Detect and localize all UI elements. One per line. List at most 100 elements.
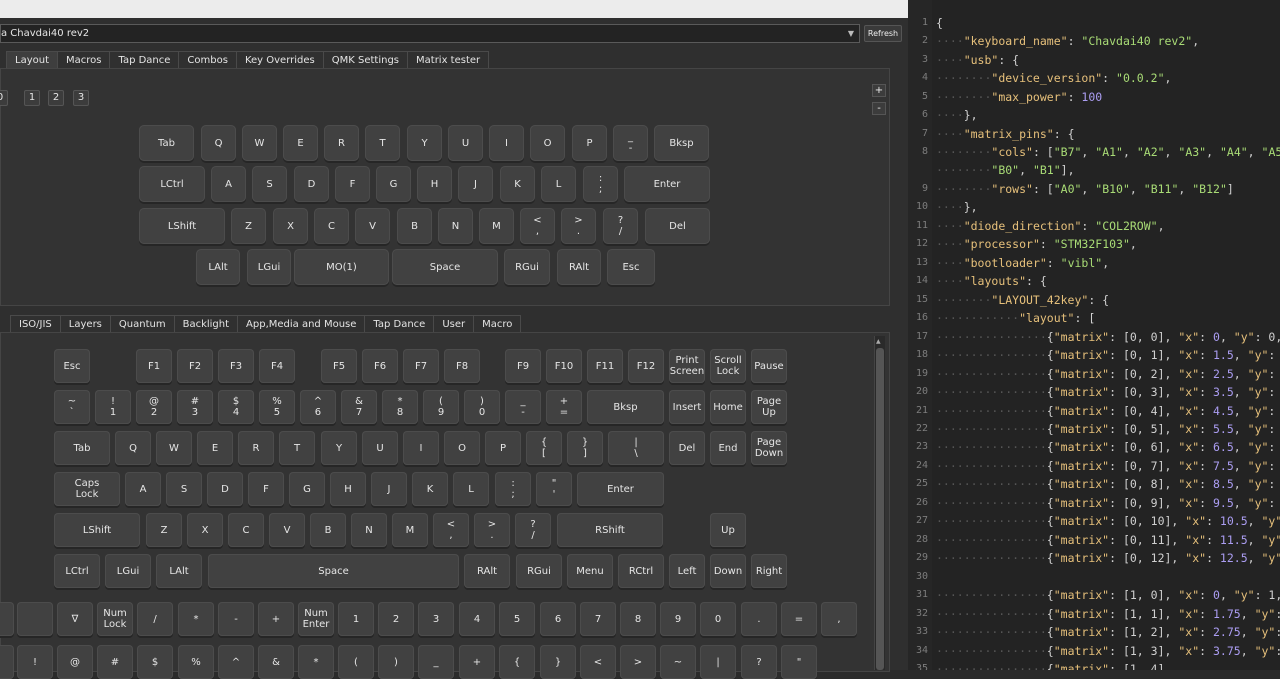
keymap-key[interactable]: Del [645, 208, 710, 244]
refresh-button[interactable]: Refresh [864, 25, 902, 42]
keycode-key[interactable]: / [0, 602, 14, 636]
keycode-key[interactable]: 0 [700, 602, 736, 636]
keycode-key[interactable]: RGui [516, 554, 562, 588]
code-editor[interactable]: 1{2 ····"keyboard_name": "Chavdai40 rev2"… [908, 0, 1280, 670]
keycode-key[interactable]: Num Enter [298, 602, 334, 636]
keycode-key[interactable]: Left [669, 554, 705, 588]
keycode-key[interactable]: N [351, 513, 387, 547]
keymap-key[interactable]: U [448, 125, 483, 161]
keymap-key[interactable]: Z [231, 208, 266, 244]
keycode-key[interactable]: Scroll Lock [710, 349, 746, 383]
keycode-key[interactable]: < [580, 645, 616, 679]
keycode-key[interactable]: { [499, 645, 535, 679]
keycode-key[interactable]: 5 [499, 602, 535, 636]
keycode-key[interactable]: G [289, 472, 325, 506]
layer-button-1[interactable]: 1 [24, 90, 40, 106]
keycode-key[interactable]: & 7 [341, 390, 377, 424]
tab-quantum[interactable]: Quantum [109, 315, 175, 333]
keymap-key[interactable]: M [479, 208, 514, 244]
keymap-key[interactable]: L [541, 166, 576, 202]
keycode-key[interactable]: F7 [403, 349, 439, 383]
layer-button-2[interactable]: 2 [48, 90, 64, 106]
keycode-key[interactable]: F [248, 472, 284, 506]
keycode-key[interactable]: ! [17, 645, 53, 679]
keymap-key[interactable]: H [417, 166, 452, 202]
keymap-key[interactable]: Bksp [654, 125, 709, 161]
keycode-key[interactable]: F8 [444, 349, 480, 383]
keycode-key[interactable]: } ] [567, 431, 603, 465]
keycode-key[interactable]: F3 [218, 349, 254, 383]
keycode-key[interactable]: M [392, 513, 428, 547]
keycode-key[interactable]: ^ 6 [300, 390, 336, 424]
keymap-key[interactable]: ? / [603, 208, 638, 244]
keycode-scrollbar[interactable]: ▲ [874, 336, 885, 670]
keycode-key[interactable]: # 3 [177, 390, 213, 424]
keycode-key[interactable]: $ 4 [218, 390, 254, 424]
keymap-key[interactable]: J [458, 166, 493, 202]
keycode-key[interactable]: D [207, 472, 243, 506]
keycode-key[interactable]: / [137, 602, 173, 636]
keycode-key[interactable]: Space [208, 554, 459, 588]
keymap-key[interactable]: O [530, 125, 565, 161]
keycode-key[interactable]: C [228, 513, 264, 547]
keymap-key[interactable]: N [438, 208, 473, 244]
keymap-key[interactable]: Y [407, 125, 442, 161]
keycode-key[interactable]: 3 [418, 602, 454, 636]
keymap-key[interactable]: G [376, 166, 411, 202]
tab-user[interactable]: User [433, 315, 475, 333]
keycode-key[interactable]: T [279, 431, 315, 465]
keymap-key[interactable]: Space [392, 249, 498, 285]
keycode-key[interactable]: LShift [54, 513, 140, 547]
keycode-key[interactable]: U [362, 431, 398, 465]
keycode-key[interactable]: Z [146, 513, 182, 547]
keycode-key[interactable]: _ [418, 645, 454, 679]
keycode-key[interactable]: RCtrl [618, 554, 664, 588]
keycode-key[interactable]: F12 [628, 349, 664, 383]
keycode-key[interactable]: LCtrl [54, 554, 100, 588]
keymap-key[interactable]: A [211, 166, 246, 202]
keycode-key[interactable]: , [821, 602, 857, 636]
tab-macros[interactable]: Macros [57, 51, 111, 69]
tab-key-overrides[interactable]: Key Overrides [235, 51, 324, 69]
keycode-key[interactable]: 6 [540, 602, 576, 636]
keycode-key[interactable]: Bksp [587, 390, 664, 424]
keycode-key[interactable]: R [238, 431, 274, 465]
keycode-key[interactable]: * [178, 602, 214, 636]
keymap-key[interactable]: E [283, 125, 318, 161]
keycode-key[interactable]: F4 [259, 349, 295, 383]
layer-button-0[interactable]: 0 [0, 90, 8, 106]
keymap-key[interactable]: K [500, 166, 535, 202]
keymap-key[interactable]: MO(1) [294, 249, 389, 285]
keycode-key[interactable]: Print Screen [669, 349, 705, 383]
keycode-key[interactable]: ∇ [57, 602, 93, 636]
keycode-key[interactable] [0, 645, 14, 679]
keycode-key[interactable]: { [ [526, 431, 562, 465]
keymap-key[interactable]: C [314, 208, 349, 244]
keycode-key[interactable]: _ - [505, 390, 541, 424]
keymap-key[interactable]: > . [561, 208, 596, 244]
keymap-key[interactable]: Q [201, 125, 236, 161]
keycode-key[interactable]: ) 0 [464, 390, 500, 424]
device-select[interactable]: a Chavdai40 rev2 ▼ [0, 24, 860, 43]
keymap-key[interactable]: RGui [504, 249, 550, 285]
tab-tap-dance[interactable]: Tap Dance [364, 315, 435, 333]
keymap-key[interactable]: LCtrl [139, 166, 205, 202]
keycode-key[interactable]: Caps Lock [54, 472, 120, 506]
keymap-key[interactable]: Enter [624, 166, 710, 202]
keycode-key[interactable]: - [218, 602, 254, 636]
keymap-key[interactable]: _ - [613, 125, 648, 161]
keycode-key[interactable]: Enter [577, 472, 664, 506]
keycode-key[interactable]: Page Down [751, 431, 787, 465]
keymap-key[interactable]: V [355, 208, 390, 244]
keycode-key[interactable]: 9 [660, 602, 696, 636]
keycode-key[interactable]: V [269, 513, 305, 547]
keycode-key[interactable]: < , [433, 513, 469, 547]
keymap-key[interactable]: < , [520, 208, 555, 244]
tab-backlight[interactable]: Backlight [173, 315, 239, 333]
tab-layers[interactable]: Layers [59, 315, 111, 333]
keycode-key[interactable]: X [187, 513, 223, 547]
keymap-key[interactable]: : ; [583, 166, 618, 202]
keycode-key[interactable]: " [781, 645, 817, 679]
keycode-key[interactable]: F11 [587, 349, 623, 383]
keycode-key[interactable]: ? [741, 645, 777, 679]
